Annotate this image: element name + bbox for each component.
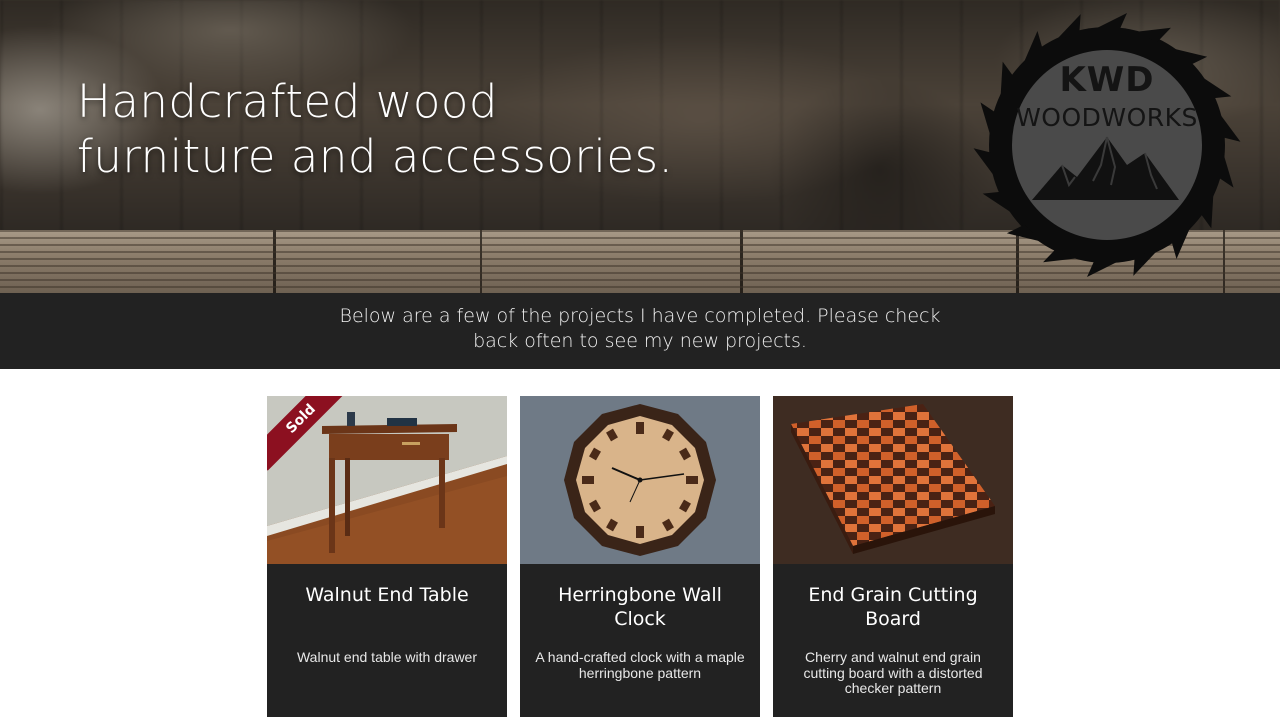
intro-banner: Below are a few of the projects I have c… [0,293,1280,369]
project-description: A hand-crafted clock with a maple herrin… [535,649,745,681]
end-grain-cutting-board-image[interactable] [773,396,1013,564]
cutting-board-photo [773,396,1013,564]
hero-banner: Handcrafted wood furniture and accessori… [0,0,1280,293]
project-card-walnut-end-table[interactable]: Sold Walnut End Table Walnut end table w… [267,396,507,717]
herringbone-wall-clock-image[interactable] [520,396,760,564]
walnut-end-table-image[interactable]: Sold [267,396,507,564]
hero-title-line2: furniture and accessories. [77,130,674,183]
logo-kwd-text: KWD [1059,60,1155,100]
project-description: Cherry and walnut end grain cutting boar… [803,649,983,696]
hero-title-line1: Handcrafted wood [77,75,498,128]
project-description: Walnut end table with drawer [296,649,478,665]
kwd-woodworks-logo[interactable]: KWD WOODWORKS [972,10,1242,280]
project-card-end-grain-cutting-board[interactable]: End Grain Cutting Board Cherry and walnu… [773,396,1013,717]
wall-clock-photo [520,396,760,564]
logo-woodworks-text: WOODWORKS [1016,103,1198,132]
project-card-herringbone-wall-clock[interactable]: Herringbone Wall Clock A hand-crafted cl… [520,396,760,717]
project-title[interactable]: Walnut End Table [277,583,497,607]
project-title[interactable]: Herringbone Wall Clock [530,583,750,631]
hero-title: Handcrafted wood furniture and accessori… [77,74,697,184]
project-title[interactable]: End Grain Cutting Board [783,583,1003,631]
intro-text: Below are a few of the projects I have c… [339,305,941,352]
saw-blade-icon [973,13,1241,277]
